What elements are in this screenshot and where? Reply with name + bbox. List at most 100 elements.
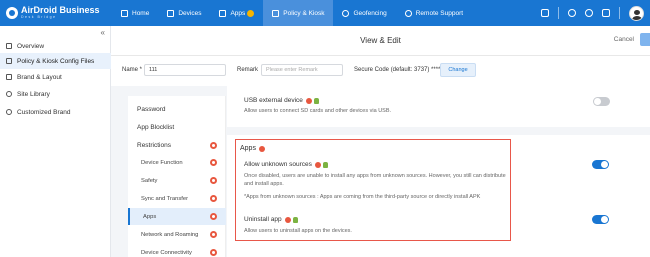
nav-policy-label: Policy & Kiosk bbox=[283, 9, 325, 17]
home-icon bbox=[121, 9, 128, 17]
nav-devices[interactable]: Devices bbox=[158, 0, 210, 26]
policy-menu-label: Apps bbox=[143, 213, 157, 220]
sidebar-item-label: Policy & Kiosk Config Files bbox=[17, 57, 95, 65]
sidebar-item-customized-brand[interactable]: Customized Brand bbox=[0, 104, 111, 120]
warning-icon bbox=[210, 231, 217, 238]
nav-geofencing[interactable]: Geofencing bbox=[333, 0, 395, 26]
warning-icon bbox=[210, 177, 217, 184]
nav-remote-support[interactable]: Remote Support bbox=[396, 0, 472, 26]
policy-menu-app-blocklist[interactable]: App Blocklist bbox=[128, 119, 226, 136]
devices-icon bbox=[167, 9, 175, 17]
warning-icon bbox=[210, 249, 217, 256]
apps-badge-icon bbox=[247, 9, 255, 17]
sidebar-item-site-library[interactable]: Site Library bbox=[0, 86, 111, 102]
download-icon[interactable] bbox=[585, 9, 593, 17]
policy-menu-label: Password bbox=[137, 106, 166, 113]
policy-menu-safety[interactable]: Safety bbox=[128, 172, 226, 189]
nav-remote-support-label: Remote Support bbox=[415, 9, 464, 17]
warning-icon bbox=[305, 97, 312, 104]
policy-menu-label: Safety bbox=[141, 177, 158, 184]
policy-menu: Password App Blocklist Restrictions Devi… bbox=[128, 96, 226, 257]
toggle-knob bbox=[601, 161, 608, 168]
usb-title-text: USB external device bbox=[244, 97, 303, 104]
name-field[interactable]: 111 bbox=[144, 64, 226, 76]
nav-apps[interactable]: Apps bbox=[210, 0, 263, 26]
warning-icon bbox=[210, 213, 217, 220]
unknown-sources-toggle[interactable] bbox=[592, 160, 609, 169]
policy-menu-label: Sync and Transfer bbox=[141, 195, 189, 202]
airdroid-logo-icon bbox=[6, 7, 18, 19]
brand-layout-icon bbox=[6, 74, 12, 80]
apps-icon bbox=[219, 9, 227, 17]
sidebar-item-brand-layout[interactable]: Brand & Layout bbox=[0, 69, 111, 85]
globe-icon bbox=[6, 91, 12, 97]
policy-menu-device-function[interactable]: Device Function bbox=[128, 154, 226, 171]
config-file-icon bbox=[6, 58, 12, 64]
brand-icon bbox=[6, 109, 12, 115]
policy-menu-network-roaming[interactable]: Network and Roaming bbox=[128, 226, 226, 243]
policy-icon bbox=[272, 9, 280, 17]
policy-menu-password[interactable]: Password bbox=[128, 101, 226, 118]
warning-icon bbox=[210, 159, 217, 166]
uninstall-app-toggle[interactable] bbox=[592, 215, 609, 224]
page-header: View & Edit Cancel bbox=[111, 26, 650, 56]
secure-code-text: Secure Code (default: 3737) **** bbox=[354, 67, 441, 73]
settings-icon[interactable] bbox=[568, 9, 576, 17]
usb-setting-description: Allow users to connect SD cards and othe… bbox=[244, 108, 392, 114]
warning-icon bbox=[210, 195, 217, 202]
geofencing-icon bbox=[342, 9, 350, 17]
organization-icon[interactable] bbox=[541, 9, 549, 17]
remark-field[interactable]: Please enter Remark bbox=[261, 64, 343, 76]
nav-home-label: Home bbox=[132, 9, 150, 17]
policy-menu-apps[interactable]: Apps bbox=[128, 208, 226, 225]
policy-menu-restrictions[interactable]: Restrictions bbox=[128, 137, 226, 154]
policy-menu-label: Device Connectivity bbox=[141, 249, 192, 256]
nav-home[interactable]: Home bbox=[112, 0, 158, 26]
toggle-knob bbox=[601, 216, 608, 223]
policy-menu-label: Device Function bbox=[141, 159, 183, 166]
messages-icon[interactable] bbox=[602, 9, 610, 17]
usb-setting-title: USB external device bbox=[244, 97, 319, 104]
toolbar-divider bbox=[558, 7, 559, 19]
nav-policy-kiosk[interactable]: Policy & Kiosk bbox=[263, 0, 334, 26]
policy-menu-sync-transfer[interactable]: Sync and Transfer bbox=[128, 190, 226, 207]
avatar[interactable] bbox=[629, 5, 644, 21]
brand-title: AirDroid Business bbox=[21, 5, 100, 16]
policy-menu-label: App Blocklist bbox=[137, 124, 175, 131]
policy-menu-label: Network and Roaming bbox=[141, 231, 199, 238]
change-button[interactable]: Change bbox=[440, 63, 476, 77]
page-title: View & Edit bbox=[360, 36, 401, 45]
warning-icon bbox=[210, 142, 217, 149]
nav-devices-label: Devices bbox=[178, 9, 202, 17]
policy-menu-device-connectivity[interactable]: Device Connectivity bbox=[128, 244, 226, 257]
section-divider bbox=[227, 127, 650, 135]
nav-geofencing-label: Geofencing bbox=[353, 9, 387, 17]
config-form-row: Name * 111 Remark Please enter Remark Se… bbox=[111, 56, 650, 86]
toolbar-divider-2 bbox=[619, 7, 620, 19]
sidebar-item-label: Site Library bbox=[17, 90, 50, 98]
usb-toggle[interactable] bbox=[593, 97, 610, 106]
toggle-knob bbox=[594, 98, 601, 105]
sidebar: « Overview Policy & Kiosk Config Files B… bbox=[0, 26, 111, 257]
policy-menu-label: Restrictions bbox=[137, 142, 171, 149]
remark-label: Remark bbox=[237, 67, 259, 73]
apps-section-highlight bbox=[235, 139, 511, 241]
sidebar-item-config-files[interactable]: Policy & Kiosk Config Files bbox=[0, 53, 111, 69]
sidebar-item-label: Customized Brand bbox=[17, 108, 71, 116]
top-right-tools bbox=[541, 0, 644, 26]
save-button[interactable] bbox=[640, 33, 650, 46]
top-nav-bar: AirDroid Business Desk Bridge Home Devic… bbox=[0, 0, 650, 26]
overview-icon bbox=[6, 43, 12, 49]
main-nav: Home Devices Apps Policy & Kiosk Geofenc… bbox=[112, 0, 472, 26]
brand-logo-area[interactable]: AirDroid Business Desk Bridge bbox=[0, 0, 112, 26]
brand-subtitle: Desk Bridge bbox=[21, 15, 57, 20]
collapse-sidebar-icon[interactable]: « bbox=[101, 28, 105, 37]
sidebar-item-overview[interactable]: Overview bbox=[0, 38, 111, 54]
sidebar-item-label: Brand & Layout bbox=[17, 73, 62, 81]
sidebar-item-label: Overview bbox=[17, 42, 45, 50]
remote-support-icon bbox=[404, 9, 412, 17]
brand-text: AirDroid Business Desk Bridge bbox=[21, 6, 100, 20]
android-icon bbox=[313, 97, 319, 104]
cancel-button[interactable]: Cancel bbox=[614, 36, 634, 43]
nav-apps-label: Apps bbox=[230, 9, 246, 17]
